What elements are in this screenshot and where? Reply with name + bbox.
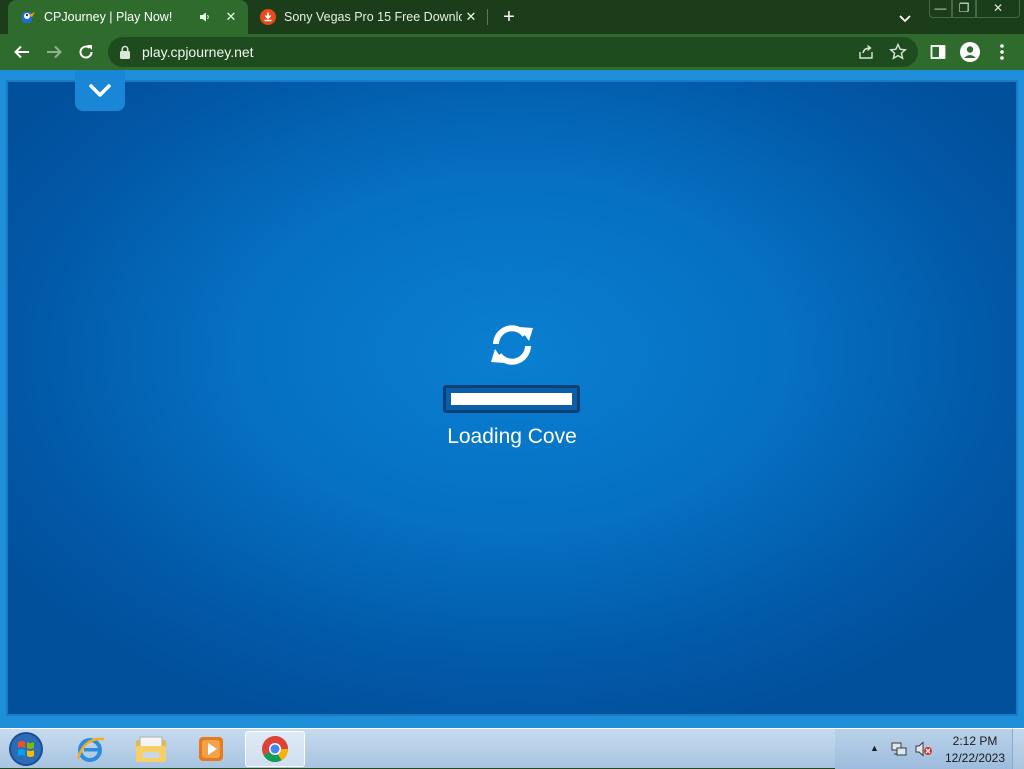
close-tab-icon[interactable]: ✕ xyxy=(222,8,240,26)
show-desktop-button[interactable] xyxy=(1012,729,1024,769)
close-tab-icon[interactable]: ✕ xyxy=(462,8,480,26)
reload-button[interactable] xyxy=(74,40,98,64)
menu-dropdown-button[interactable] xyxy=(75,70,125,111)
clock-time[interactable]: 2:12 PM xyxy=(941,734,1009,748)
side-panel-button[interactable] xyxy=(926,40,950,64)
loading-status-text: Loading Cove xyxy=(447,425,577,448)
chevron-down-icon xyxy=(89,83,111,97)
address-bar[interactable]: play.cpjourney.net xyxy=(108,37,918,67)
speaker-icon[interactable] xyxy=(196,8,214,26)
chevron-down-icon[interactable] xyxy=(895,8,915,28)
taskbar-internet-explorer[interactable] xyxy=(62,731,118,767)
network-icon[interactable] xyxy=(891,741,907,757)
loading-refresh-icon xyxy=(491,325,533,365)
more-vert-icon xyxy=(1000,44,1004,60)
loading-progress-bar xyxy=(443,385,580,413)
window-close-button[interactable]: ✕ xyxy=(976,0,1020,18)
bookmark-star-icon[interactable] xyxy=(889,43,907,61)
window-minimize-button[interactable]: — xyxy=(929,0,952,18)
tab-cpjourney[interactable]: CPJourney | Play Now! ✕ xyxy=(8,0,248,34)
media-player-icon xyxy=(199,737,223,761)
taskbar-file-explorer[interactable] xyxy=(123,731,179,767)
tab-sony-vegas[interactable]: Sony Vegas Pro 15 Free Downloa ✕ xyxy=(248,0,488,34)
browser-toolbar: play.cpjourney.net xyxy=(0,34,1024,70)
arrow-right-icon xyxy=(47,45,62,59)
back-button[interactable] xyxy=(10,40,34,64)
file-explorer-icon xyxy=(136,736,166,762)
windows-taskbar: ▲ 2:12 PM 12/22/2023 xyxy=(0,728,1024,769)
tab-strip: CPJourney | Play Now! ✕ Sony Vegas Pro 1… xyxy=(0,0,1024,34)
show-hidden-icons-icon[interactable]: ▲ xyxy=(870,743,879,753)
side-panel-icon xyxy=(930,45,946,59)
url-text: play.cpjourney.net xyxy=(142,44,254,60)
forward-button[interactable] xyxy=(42,40,66,64)
clock-date[interactable]: 12/22/2023 xyxy=(941,751,1009,765)
tab-title: Sony Vegas Pro 15 Free Downloa xyxy=(284,10,462,24)
tab-title: CPJourney | Play Now! xyxy=(44,10,173,24)
avatar-icon xyxy=(960,42,980,62)
window-maximize-button[interactable]: ❐ xyxy=(952,0,976,18)
tab-divider xyxy=(487,9,488,25)
penguin-favicon-icon xyxy=(22,12,35,23)
browser-menu-button[interactable] xyxy=(990,40,1014,64)
share-icon[interactable] xyxy=(858,44,874,60)
taskbar-chrome[interactable] xyxy=(245,731,305,767)
profile-button[interactable] xyxy=(958,40,982,64)
taskbar-media-player[interactable] xyxy=(183,731,239,767)
internet-explorer-icon xyxy=(76,737,105,762)
loading-progress-fill xyxy=(451,393,572,405)
system-tray: ▲ 2:12 PM 12/22/2023 xyxy=(835,729,1024,769)
start-orb-icon[interactable] xyxy=(6,730,46,768)
arrow-left-icon xyxy=(14,45,29,59)
volume-muted-icon[interactable] xyxy=(915,741,933,757)
new-tab-button[interactable]: + xyxy=(498,6,520,28)
download-favicon-icon xyxy=(260,9,276,25)
reload-icon xyxy=(79,45,93,59)
lock-icon[interactable] xyxy=(119,45,131,59)
chrome-icon xyxy=(262,736,289,763)
